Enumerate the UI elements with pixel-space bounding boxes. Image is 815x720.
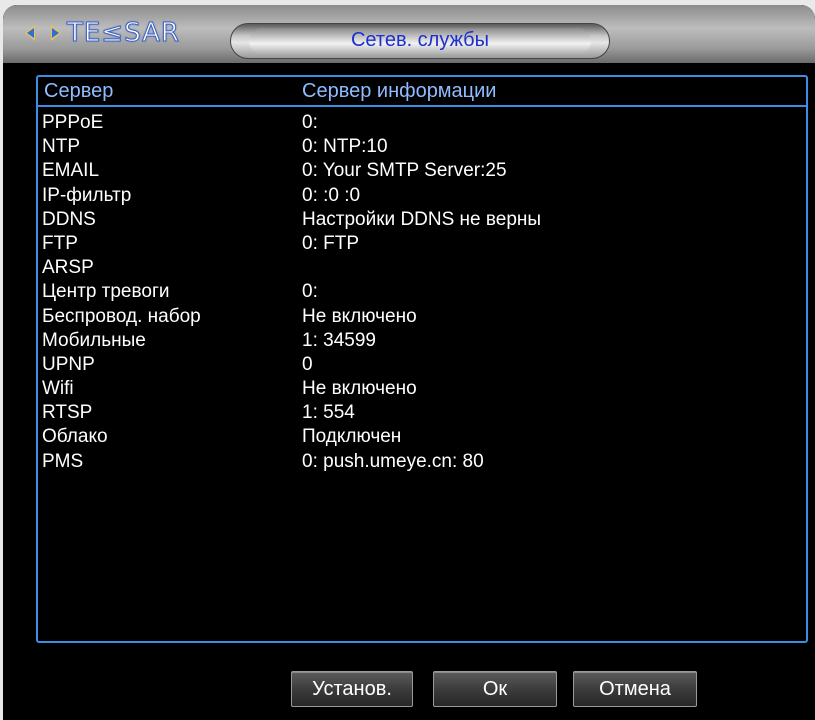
services-table: Сервер Сервер информации PPPoE 0: NTP 0: N…	[36, 75, 808, 643]
table-row[interactable]: Облако Подключен	[38, 425, 806, 449]
service-info: 0: FTP	[302, 232, 360, 254]
service-name: Центр тревоги	[42, 281, 170, 303]
table-row[interactable]: RTSP 1: 554	[38, 401, 806, 425]
service-name: Облако	[42, 426, 108, 448]
table-header: Сервер Сервер информации	[38, 80, 806, 107]
button-bar: Установ. Ок Отмена	[3, 671, 815, 711]
service-info: Подключен	[302, 426, 402, 448]
logo-arrows-icon	[25, 25, 61, 41]
table-row[interactable]: Центр тревоги 0:	[38, 280, 806, 304]
service-name: PPPoE	[42, 112, 104, 133]
table-row[interactable]: NTP 0: NTP:10	[38, 135, 806, 159]
service-info: 0:	[302, 281, 318, 303]
title-pill: Сетев. службы	[230, 23, 610, 59]
apply-button[interactable]: Установ.	[291, 671, 413, 707]
service-name: Wifi	[42, 378, 74, 400]
table-row[interactable]: ARSP	[38, 256, 806, 280]
header-server-info: Сервер информации	[302, 80, 497, 102]
service-info: Не включено	[302, 378, 417, 400]
table-row[interactable]: UPNP 0	[38, 353, 806, 377]
table-row[interactable]: Мобильные 1: 34599	[38, 329, 806, 353]
service-name: ARSP	[42, 257, 94, 279]
service-name: EMAIL	[42, 160, 100, 182]
table-row[interactable]: PMS 0: push.umeye.cn: 80	[38, 450, 806, 474]
table-row[interactable]: IP-фильтр 0: :0 :0	[38, 184, 806, 208]
service-info: 0: Your SMTP Server:25	[302, 160, 507, 182]
table-row[interactable]: PPPoE 0:	[38, 111, 806, 135]
service-info: 0:	[302, 112, 318, 133]
service-name: NTP	[42, 136, 80, 158]
service-name: FTP	[42, 232, 78, 254]
service-name: UPNP	[42, 353, 95, 375]
service-name: DDNS	[42, 208, 96, 230]
service-name: RTSP	[42, 402, 93, 424]
network-services-window: TE≤SAR Сетев. службы Сервер Сервер инфор…	[3, 5, 815, 720]
service-info: 0: push.umeye.cn: 80	[302, 450, 484, 472]
brand-logo: TE≤SAR	[25, 18, 180, 49]
service-info: 1: 554	[302, 402, 355, 424]
logo-text: TE≤SAR	[67, 18, 180, 49]
header-server: Сервер	[44, 80, 114, 102]
service-info: Настройки DDNS не верны	[302, 208, 542, 230]
service-info: Не включено	[302, 305, 417, 327]
service-info: 0: :0 :0	[302, 184, 361, 206]
service-info: 0: NTP:10	[302, 136, 388, 158]
table-row[interactable]: Беспровод. набор Не включено	[38, 305, 806, 329]
service-name: Мобильные	[42, 329, 146, 351]
table-row[interactable]: Wifi Не включено	[38, 377, 806, 401]
table-body: PPPoE 0: NTP 0: NTP:10 EMAIL 0: Your SMTP S…	[38, 111, 806, 474]
ok-button[interactable]: Ок	[433, 671, 557, 707]
cancel-button[interactable]: Отмена	[573, 671, 697, 707]
service-info: 1: 34599	[302, 329, 376, 351]
service-name: Беспровод. набор	[42, 305, 201, 327]
service-name: PMS	[42, 450, 84, 472]
table-row[interactable]: DDNS Настройки DDNS не верны	[38, 208, 806, 232]
table-row[interactable]: FTP 0: FTP	[38, 232, 806, 256]
table-row[interactable]: EMAIL 0: Your SMTP Server:25	[38, 159, 806, 183]
service-info: 0	[302, 353, 313, 375]
title-bar: TE≤SAR Сетев. службы	[3, 5, 815, 63]
service-name: IP-фильтр	[42, 184, 132, 206]
page-title: Сетев. службы	[350, 29, 490, 51]
